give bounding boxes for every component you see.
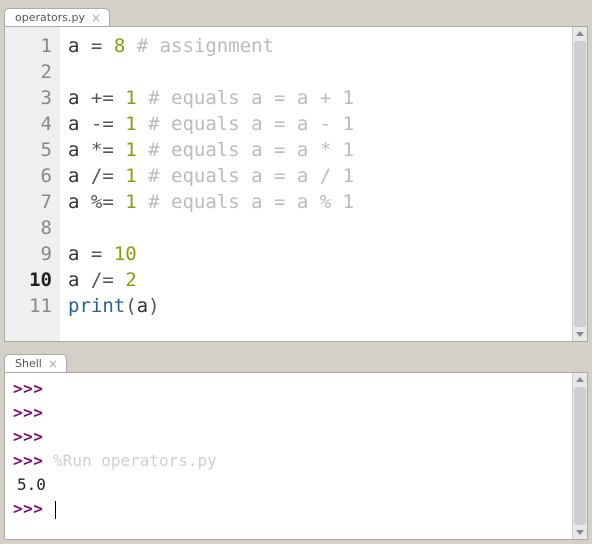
code-line: a -= 1 # equals a = a - 1 (68, 111, 564, 137)
editor-pane: operators.py × 1234567891011 a = 8 # ass… (0, 0, 592, 346)
editor-tab-label: operators.py (15, 11, 85, 24)
shell-scrollbar[interactable] (572, 373, 587, 539)
shell-line: >>> (13, 497, 564, 521)
shell-tab-label: Shell (15, 357, 42, 370)
shell-body[interactable]: >>> >>> >>> >>> %Run operators.py 5.0 >>… (5, 373, 572, 539)
cursor-icon (55, 501, 56, 519)
code-line: a = 10 (68, 241, 564, 267)
shell-panel: >>> >>> >>> >>> %Run operators.py 5.0 >>… (4, 372, 588, 540)
shell-prompt: >>> (13, 499, 43, 518)
editor-scrollbar[interactable] (572, 27, 587, 341)
line-number: 6 (5, 163, 52, 189)
shell-line: >>> (13, 401, 564, 425)
line-number-gutter: 1234567891011 (5, 27, 60, 341)
shell-tab-bar: Shell × (4, 350, 588, 372)
line-number: 1 (5, 33, 52, 59)
shell-scrollbar-thumb[interactable] (574, 387, 586, 525)
code-area[interactable]: a = 8 # assignment a += 1 # equals a = a … (60, 27, 572, 341)
line-number: 9 (5, 241, 52, 267)
code-line: print(a) (68, 293, 564, 319)
shell-prompt: >>> (13, 451, 43, 470)
editor-tab-bar: operators.py × (4, 4, 588, 26)
close-icon[interactable]: × (91, 12, 101, 24)
run-command: %Run operators.py (53, 451, 217, 470)
line-number: 11 (5, 293, 52, 319)
shell-tab[interactable]: Shell × (4, 354, 67, 372)
code-line: a %= 1 # equals a = a % 1 (68, 189, 564, 215)
shell-output: 5.0 (17, 473, 564, 497)
line-number: 4 (5, 111, 52, 137)
shell-line: >>> (13, 425, 564, 449)
code-line: a /= 2 (68, 267, 564, 293)
shell-line: >>> %Run operators.py (13, 449, 564, 473)
code-line (68, 59, 564, 85)
code-line: a += 1 # equals a = a + 1 (68, 85, 564, 111)
line-number: 7 (5, 189, 52, 215)
editor-scrollbar-thumb[interactable] (574, 41, 586, 327)
shell-pane: Shell × >>> >>> >>> >>> %Run operators.p… (0, 346, 592, 544)
shell-prompt: >>> (13, 427, 43, 446)
line-number: 8 (5, 215, 52, 241)
line-number: 10 (5, 267, 52, 293)
shell-prompt: >>> (13, 379, 43, 398)
line-number: 3 (5, 85, 52, 111)
line-number: 2 (5, 59, 52, 85)
line-number: 5 (5, 137, 52, 163)
close-icon[interactable]: × (48, 358, 58, 370)
code-line (68, 215, 564, 241)
editor-tab[interactable]: operators.py × (4, 8, 110, 26)
code-line: a *= 1 # equals a = a * 1 (68, 137, 564, 163)
shell-prompt: >>> (13, 403, 43, 422)
code-line: a /= 1 # equals a = a / 1 (68, 163, 564, 189)
shell-line: >>> (13, 377, 564, 401)
editor-panel: 1234567891011 a = 8 # assignment a += 1 #… (4, 26, 588, 342)
code-line: a = 8 # assignment (68, 33, 564, 59)
